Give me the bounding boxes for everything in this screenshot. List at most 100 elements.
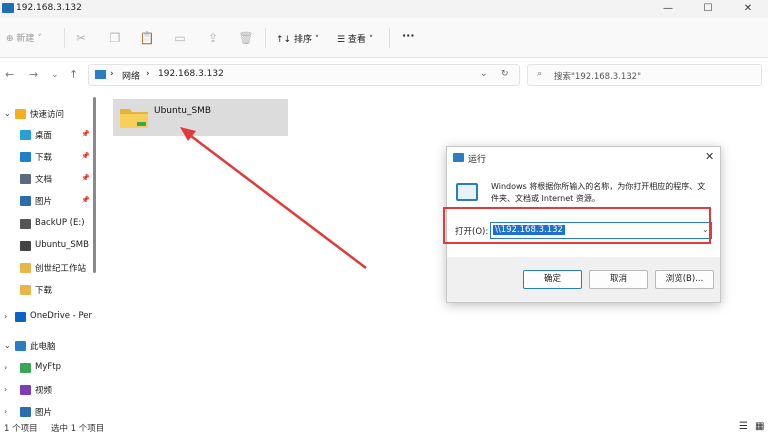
sidebar-item[interactable]: 创世纪工作站 [0, 258, 92, 280]
back-button[interactable]: ← [5, 68, 14, 81]
folder-icon [20, 196, 31, 206]
chevron-icon[interactable]: › [4, 407, 7, 416]
refresh-button[interactable]: ↻ [501, 69, 509, 79]
sidebar-item-label: 快速访问 [30, 110, 65, 120]
breadcrumb-host[interactable]: 192.168.3.132 [158, 69, 224, 79]
dialog-description: Windows 将根据你所输入的名称，为你打开相应的程序、文件夹、文档或 Int… [491, 182, 706, 203]
folder-icon [15, 312, 26, 322]
copy-icon[interactable]: ❐ [107, 30, 123, 46]
dialog-close-button[interactable]: ✕ [705, 150, 714, 163]
chevron-icon[interactable]: ⌄ [4, 109, 11, 118]
annotation-highlight-box [443, 207, 711, 244]
sidebar-item[interactable]: ⌄ 此电脑 [0, 336, 92, 358]
sidebar-item-label: OneDrive - Per [30, 311, 92, 321]
folder-icon [20, 285, 31, 295]
sidebar-item-label: 下载 [35, 286, 53, 296]
folder-icon [20, 385, 31, 395]
cut-icon[interactable]: ✂ [73, 30, 89, 46]
sidebar-item[interactable]: 下载 [0, 280, 92, 302]
sidebar-item-label: 视频 [35, 386, 53, 396]
computer-icon [95, 70, 106, 79]
folder-icon [15, 109, 26, 119]
tiles-view-icon[interactable]: ▦ [755, 421, 764, 432]
dialog-title-bar: 运行 ✕ [447, 147, 720, 169]
chevron-icon[interactable]: › [4, 312, 7, 321]
command-bar: ⊕ 新建 ˅ ✂ ❐ 📋 ▭ ⇪ 🗑 ↑↓ 排序 ˅ ☰ 查看 ˅ ··· [0, 18, 768, 58]
folder-item-ubuntu-smb[interactable]: Ubuntu_SMB [113, 99, 288, 136]
sidebar-item[interactable]: BackUP (E:) [0, 214, 92, 236]
sidebar-item[interactable]: 下载 📌 [0, 147, 92, 169]
status-bar: 1 个项目 选中 1 个项目 ☰ ▦ [0, 420, 768, 435]
toolbar-divider [64, 28, 65, 48]
view-button[interactable]: ☰ 查看 ˅ [337, 32, 373, 45]
share-icon[interactable]: ⇪ [205, 30, 221, 46]
chevron-icon[interactable]: ⌄ [4, 341, 11, 350]
folder-icon [20, 152, 31, 162]
sidebar-item-label: MyFtp [35, 362, 61, 372]
folder-icon [20, 263, 31, 273]
pin-icon: 📌 [81, 174, 90, 182]
run-program-icon [456, 183, 478, 201]
breadcrumb-separator: › [110, 69, 114, 79]
sort-button[interactable]: ↑↓ 排序 ˅ [276, 32, 319, 45]
folder-name: Ubuntu_SMB [154, 106, 212, 116]
search-placeholder: 搜索"192.168.3.132" [554, 72, 642, 82]
chevron-icon[interactable]: › [4, 363, 7, 372]
search-icon: ⌕ [537, 69, 543, 79]
sidebar-item[interactable]: › OneDrive - Per [0, 307, 92, 329]
delete-icon[interactable]: 🗑 [238, 30, 254, 46]
sidebar-item-label: BackUP (E:) [35, 218, 85, 228]
computer-icon [2, 3, 14, 13]
ok-button[interactable]: 确定 [523, 270, 582, 289]
dialog-title: 运行 [468, 155, 487, 165]
search-input[interactable]: ⌕ 搜索"192.168.3.132" [527, 64, 762, 86]
folder-icon [15, 341, 26, 351]
address-history-dropdown[interactable]: ⌄ [480, 69, 488, 79]
folder-icon [20, 219, 31, 229]
breadcrumb-separator: › [146, 69, 150, 79]
up-button[interactable]: ↑ [69, 68, 78, 81]
toolbar-divider [389, 28, 390, 48]
cancel-button[interactable]: 取消 [589, 270, 648, 289]
pin-icon: 📌 [81, 196, 90, 204]
address-row: ← → ⌄ ↑ › 网络 › 192.168.3.132 ⌄ ↻ ⌕ 搜索"19… [0, 58, 768, 92]
file-explorer-window: 192.168.3.132 — ☐ ✕ ⊕ 新建 ˅ ✂ ❐ 📋 ▭ ⇪ 🗑 ↑… [0, 0, 768, 435]
sidebar-item[interactable]: › 视频 [0, 380, 92, 402]
paste-icon[interactable]: 📋 [139, 30, 155, 46]
details-view-icon[interactable]: ☰ [739, 421, 748, 432]
more-options-button[interactable]: ··· [402, 29, 415, 42]
sidebar-item-label: 图片 [35, 408, 53, 418]
minimize-button[interactable]: — [648, 0, 688, 18]
window-title: 192.168.3.132 [16, 3, 82, 13]
toolbar-divider [265, 28, 266, 48]
close-button[interactable]: ✕ [728, 0, 768, 18]
sidebar-item-label: 创世纪工作站 [35, 264, 87, 274]
item-count: 1 个项目 [4, 424, 38, 434]
run-icon [453, 153, 464, 162]
title-bar: 192.168.3.132 — ☐ ✕ [0, 0, 768, 18]
address-bar[interactable]: › 网络 › 192.168.3.132 ⌄ ↻ [88, 64, 520, 86]
chevron-icon[interactable]: › [4, 385, 7, 394]
sidebar-item[interactable]: 文档 📌 [0, 169, 92, 191]
folder-icon [120, 109, 148, 128]
sidebar-item[interactable]: 图片 📌 [0, 191, 92, 213]
rename-icon[interactable]: ▭ [172, 30, 188, 46]
breadcrumb-network[interactable]: 网络 [122, 69, 140, 82]
maximize-button[interactable]: ☐ [688, 0, 728, 18]
browse-button[interactable]: 浏览(B)... [655, 270, 714, 289]
forward-button[interactable]: → [29, 68, 38, 81]
sidebar-item[interactable]: › MyFtp [0, 358, 92, 380]
sidebar-item-label: 此电脑 [30, 342, 56, 352]
sidebar-item[interactable]: Ubuntu_SMB ( [0, 236, 92, 258]
folder-icon [20, 241, 31, 251]
folder-icon [20, 174, 31, 184]
sidebar-item-label: Ubuntu_SMB ( [35, 240, 91, 250]
recent-locations-button[interactable]: ⌄ [51, 70, 59, 80]
sidebar-item[interactable]: 桌面 📌 [0, 125, 92, 147]
folder-icon [20, 407, 31, 417]
new-button[interactable]: ⊕ 新建 ˅ [6, 31, 42, 44]
folder-icon [20, 363, 31, 373]
sidebar-item[interactable]: ⌄ 快速访问 [0, 104, 92, 126]
selected-count: 选中 1 个项目 [51, 424, 105, 434]
sidebar-scrollbar[interactable] [93, 97, 96, 273]
